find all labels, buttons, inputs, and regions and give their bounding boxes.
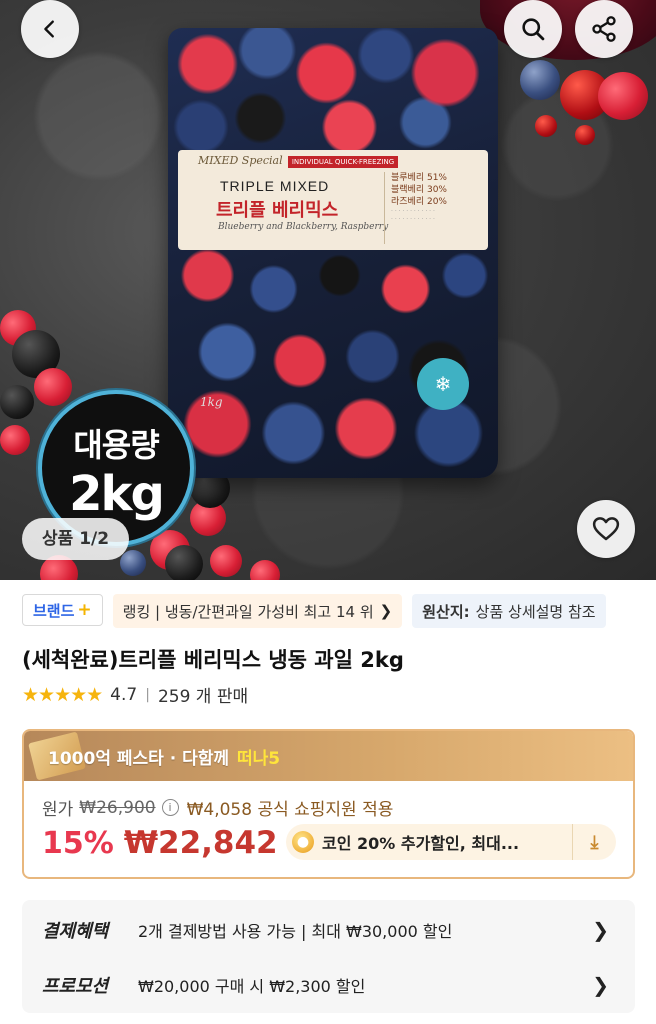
final-price-row: 15% ₩22,842	[42, 825, 278, 861]
package-name-en: TRIPLE MIXED	[220, 178, 330, 194]
berry-decor	[120, 550, 146, 576]
berry-decor	[0, 385, 34, 419]
fine-print: · · · · · · · · · · · ·	[391, 208, 435, 215]
chevron-right-icon: ❯	[592, 918, 609, 942]
berry-decor	[0, 425, 30, 455]
benefit-desc: ₩20,000 구매 시 ₩2,300 할인	[138, 977, 366, 996]
composition-line: 라즈베리 20%	[391, 197, 447, 207]
original-price-label: 원가	[42, 800, 74, 820]
berry-decor	[575, 125, 595, 145]
benefit-label: 결제혜택	[42, 921, 109, 942]
festival-banner[interactable]: 1000억 페스타 · 다함께 떠나5	[24, 731, 633, 781]
price-promo-box: 1000억 페스타 · 다함께 떠나5 원가 ₩26,900 i ₩4,058 …	[22, 729, 635, 879]
composition-line: 블랙베리 30%	[391, 185, 447, 195]
brand-tag-label: 브랜드	[33, 601, 75, 620]
image-page-indicator: 상품 1/2	[22, 518, 130, 560]
benefit-desc: 2개 결제방법 사용 가능 | 최대 ₩30,000 할인	[138, 922, 453, 941]
origin-value: 상품 상세설명 참조	[475, 602, 596, 621]
package-subtitle: Blueberry and Blackberry, Raspberry	[218, 222, 389, 232]
package-brand: MIXED Special	[198, 154, 283, 167]
berry-decor	[598, 72, 648, 120]
info-icon[interactable]: i	[161, 799, 179, 816]
coin-text: 코인 20% 추가할인, 최대...	[322, 834, 520, 853]
rating-value: 4.7	[110, 684, 138, 705]
berry-decor	[165, 545, 203, 580]
package-name-ko: 트리플 베리믹스	[216, 200, 339, 221]
berry-decor	[210, 545, 242, 577]
ranking-text: 랭킹 | 냉동/간편과일 가성비 최고 14 위	[122, 602, 374, 621]
discount-note: ₩4,058 공식 쇼핑지원 적용	[186, 800, 394, 820]
package-weight: 1kg	[200, 395, 223, 409]
original-price-row: 원가 ₩26,900 i ₩4,058 공식 쇼핑지원 적용	[42, 795, 394, 821]
tag-row: 브랜드 + 랭킹 | 냉동/간편과일 가성비 최고 14 위 ❯ 원산지: 상품…	[22, 594, 606, 628]
package-iqf: INDIVIDUAL QUICK-FREEZING	[288, 156, 398, 168]
chevron-right-icon: ❯	[379, 602, 393, 620]
fine-print: · · · · · · · · · · · ·	[391, 216, 435, 223]
package-label: MIXED Special INDIVIDUAL QUICK-FREEZING …	[178, 150, 488, 250]
separator: |	[145, 686, 150, 703]
ranking-tag[interactable]: 랭킹 | 냉동/간편과일 가성비 최고 14 위 ❯	[112, 594, 403, 628]
discount-percent: 15%	[42, 825, 114, 861]
coin-icon: ●	[292, 831, 314, 853]
festival-highlight: 떠나5	[237, 748, 281, 769]
search-button[interactable]	[504, 0, 562, 58]
promotion-benefit-row[interactable]: 프로모션 ₩20,000 구매 시 ₩2,300 할인 ❯	[22, 957, 635, 1013]
composition-line: 블루베리 51%	[391, 173, 447, 183]
product-image-carousel[interactable]: MIXED Special INDIVIDUAL QUICK-FREEZING …	[0, 0, 656, 580]
product-title: (세척완료)트리플 베리믹스 냉동 과일 2kg	[22, 648, 404, 672]
chevron-right-icon: ❯	[592, 973, 609, 997]
chevron-left-icon	[44, 20, 54, 38]
festival-text: 1000억 페스타 · 다함께	[48, 748, 230, 769]
package-composition: 블루베리 51% 블랙베리 30% 라즈베리 20% · · · · · · ·…	[384, 172, 480, 244]
snowflake-icon: ❄	[417, 358, 469, 410]
volume-badge-weight: 2kg	[69, 466, 165, 522]
coin-discount-pill[interactable]: ● 코인 20% 추가할인, 최대... ⤓	[286, 824, 616, 860]
volume-badge-label: 대용량	[73, 426, 159, 464]
benefit-label: 프로모션	[42, 976, 109, 997]
berry-decor	[34, 368, 72, 406]
sales-count: 259 개 판매	[157, 687, 249, 707]
share-button[interactable]	[575, 0, 633, 58]
star-rating-icon: ★★★★★	[22, 683, 103, 706]
final-price: ₩22,842	[123, 825, 278, 861]
brand-tag[interactable]: 브랜드 +	[22, 594, 103, 626]
benefits-panel: 결제혜택 2개 결제방법 사용 가능 | 최대 ₩30,000 할인 ❯ 프로모…	[22, 900, 635, 1013]
rating-row[interactable]: ★★★★★ 4.7 | 259 개 판매	[22, 682, 249, 708]
share-icon	[592, 16, 616, 42]
origin-tag[interactable]: 원산지: 상품 상세설명 참조	[412, 594, 606, 628]
payment-benefit-row[interactable]: 결제혜택 2개 결제방법 사용 가능 | 최대 ₩30,000 할인 ❯	[22, 902, 635, 958]
original-price: ₩26,900	[79, 797, 156, 818]
heart-icon	[592, 517, 620, 541]
download-icon[interactable]: ⤓	[572, 824, 616, 860]
product-package	[168, 28, 498, 478]
plus-icon: +	[77, 600, 92, 620]
berry-decor	[520, 60, 560, 100]
search-icon	[522, 18, 545, 41]
wishlist-button[interactable]	[577, 500, 635, 558]
origin-label: 원산지:	[422, 602, 470, 621]
back-button[interactable]	[21, 0, 79, 58]
berry-decor	[535, 115, 557, 137]
